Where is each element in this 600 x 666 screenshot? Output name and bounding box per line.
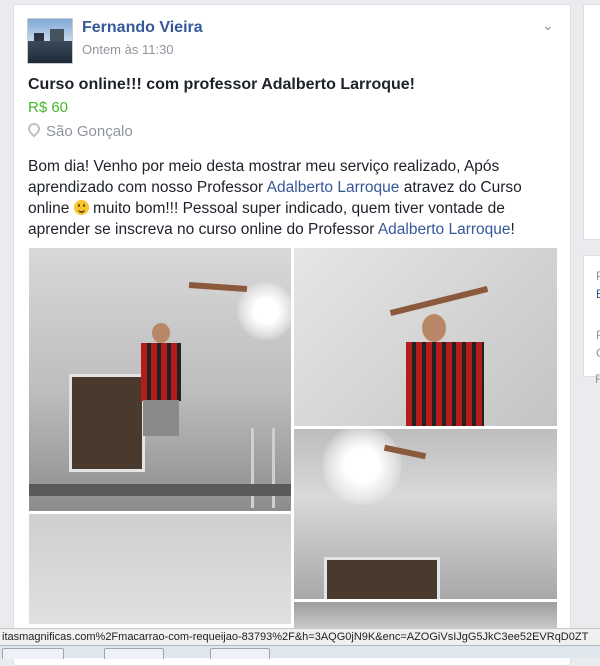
post-title: Curso online!!! com professor Adalberto …	[28, 76, 415, 93]
location-pin-icon	[25, 120, 43, 138]
mention-link[interactable]: Adalberto Larroque	[267, 179, 400, 196]
photo-ceiling-fan-light[interactable]	[294, 429, 557, 599]
avatar[interactable]	[27, 18, 73, 64]
sidebar-text-1: P	[596, 269, 600, 283]
sidebar-text-2: P	[596, 328, 600, 342]
post-timestamp[interactable]: Ontem às 11:30	[82, 42, 174, 57]
taskbar-button[interactable]	[104, 648, 164, 659]
status-bar-url: itasmagnificas.com%2Fmacarrao-com-requei…	[0, 628, 600, 645]
sidebar-link-1[interactable]: E	[596, 287, 600, 301]
photo-ceiling-man-scaffold[interactable]	[29, 248, 291, 511]
sidebar-text-3: C	[596, 346, 600, 360]
taskbar	[0, 645, 600, 659]
post-text-part: !	[510, 221, 515, 238]
post-body: Bom dia! Venho por meio desta mostrar me…	[28, 156, 558, 240]
post-location: São Gonçalo	[25, 120, 133, 140]
marketplace-post: Fernando Vieira Ontem às 11:30 ⌄ Curso o…	[13, 4, 571, 666]
sidebar-card-top	[583, 4, 600, 240]
sidebar-card-bottom: P E P C	[583, 255, 600, 377]
smiley-emoji-icon	[73, 200, 89, 215]
photo-ceiling-plaster[interactable]	[29, 514, 291, 624]
mention-link[interactable]: Adalberto Larroque	[378, 221, 511, 238]
taskbar-button[interactable]	[210, 648, 270, 659]
post-price: R$ 60	[28, 99, 69, 116]
taskbar-button[interactable]	[2, 648, 64, 659]
chevron-down-icon[interactable]: ⌄	[542, 17, 554, 34]
author-name[interactable]: Fernando Vieira	[82, 19, 203, 37]
sidebar-text-4: F	[595, 372, 600, 386]
photo-man-holding-molding[interactable]	[294, 248, 557, 426]
location-label: São Gonçalo	[46, 123, 133, 140]
